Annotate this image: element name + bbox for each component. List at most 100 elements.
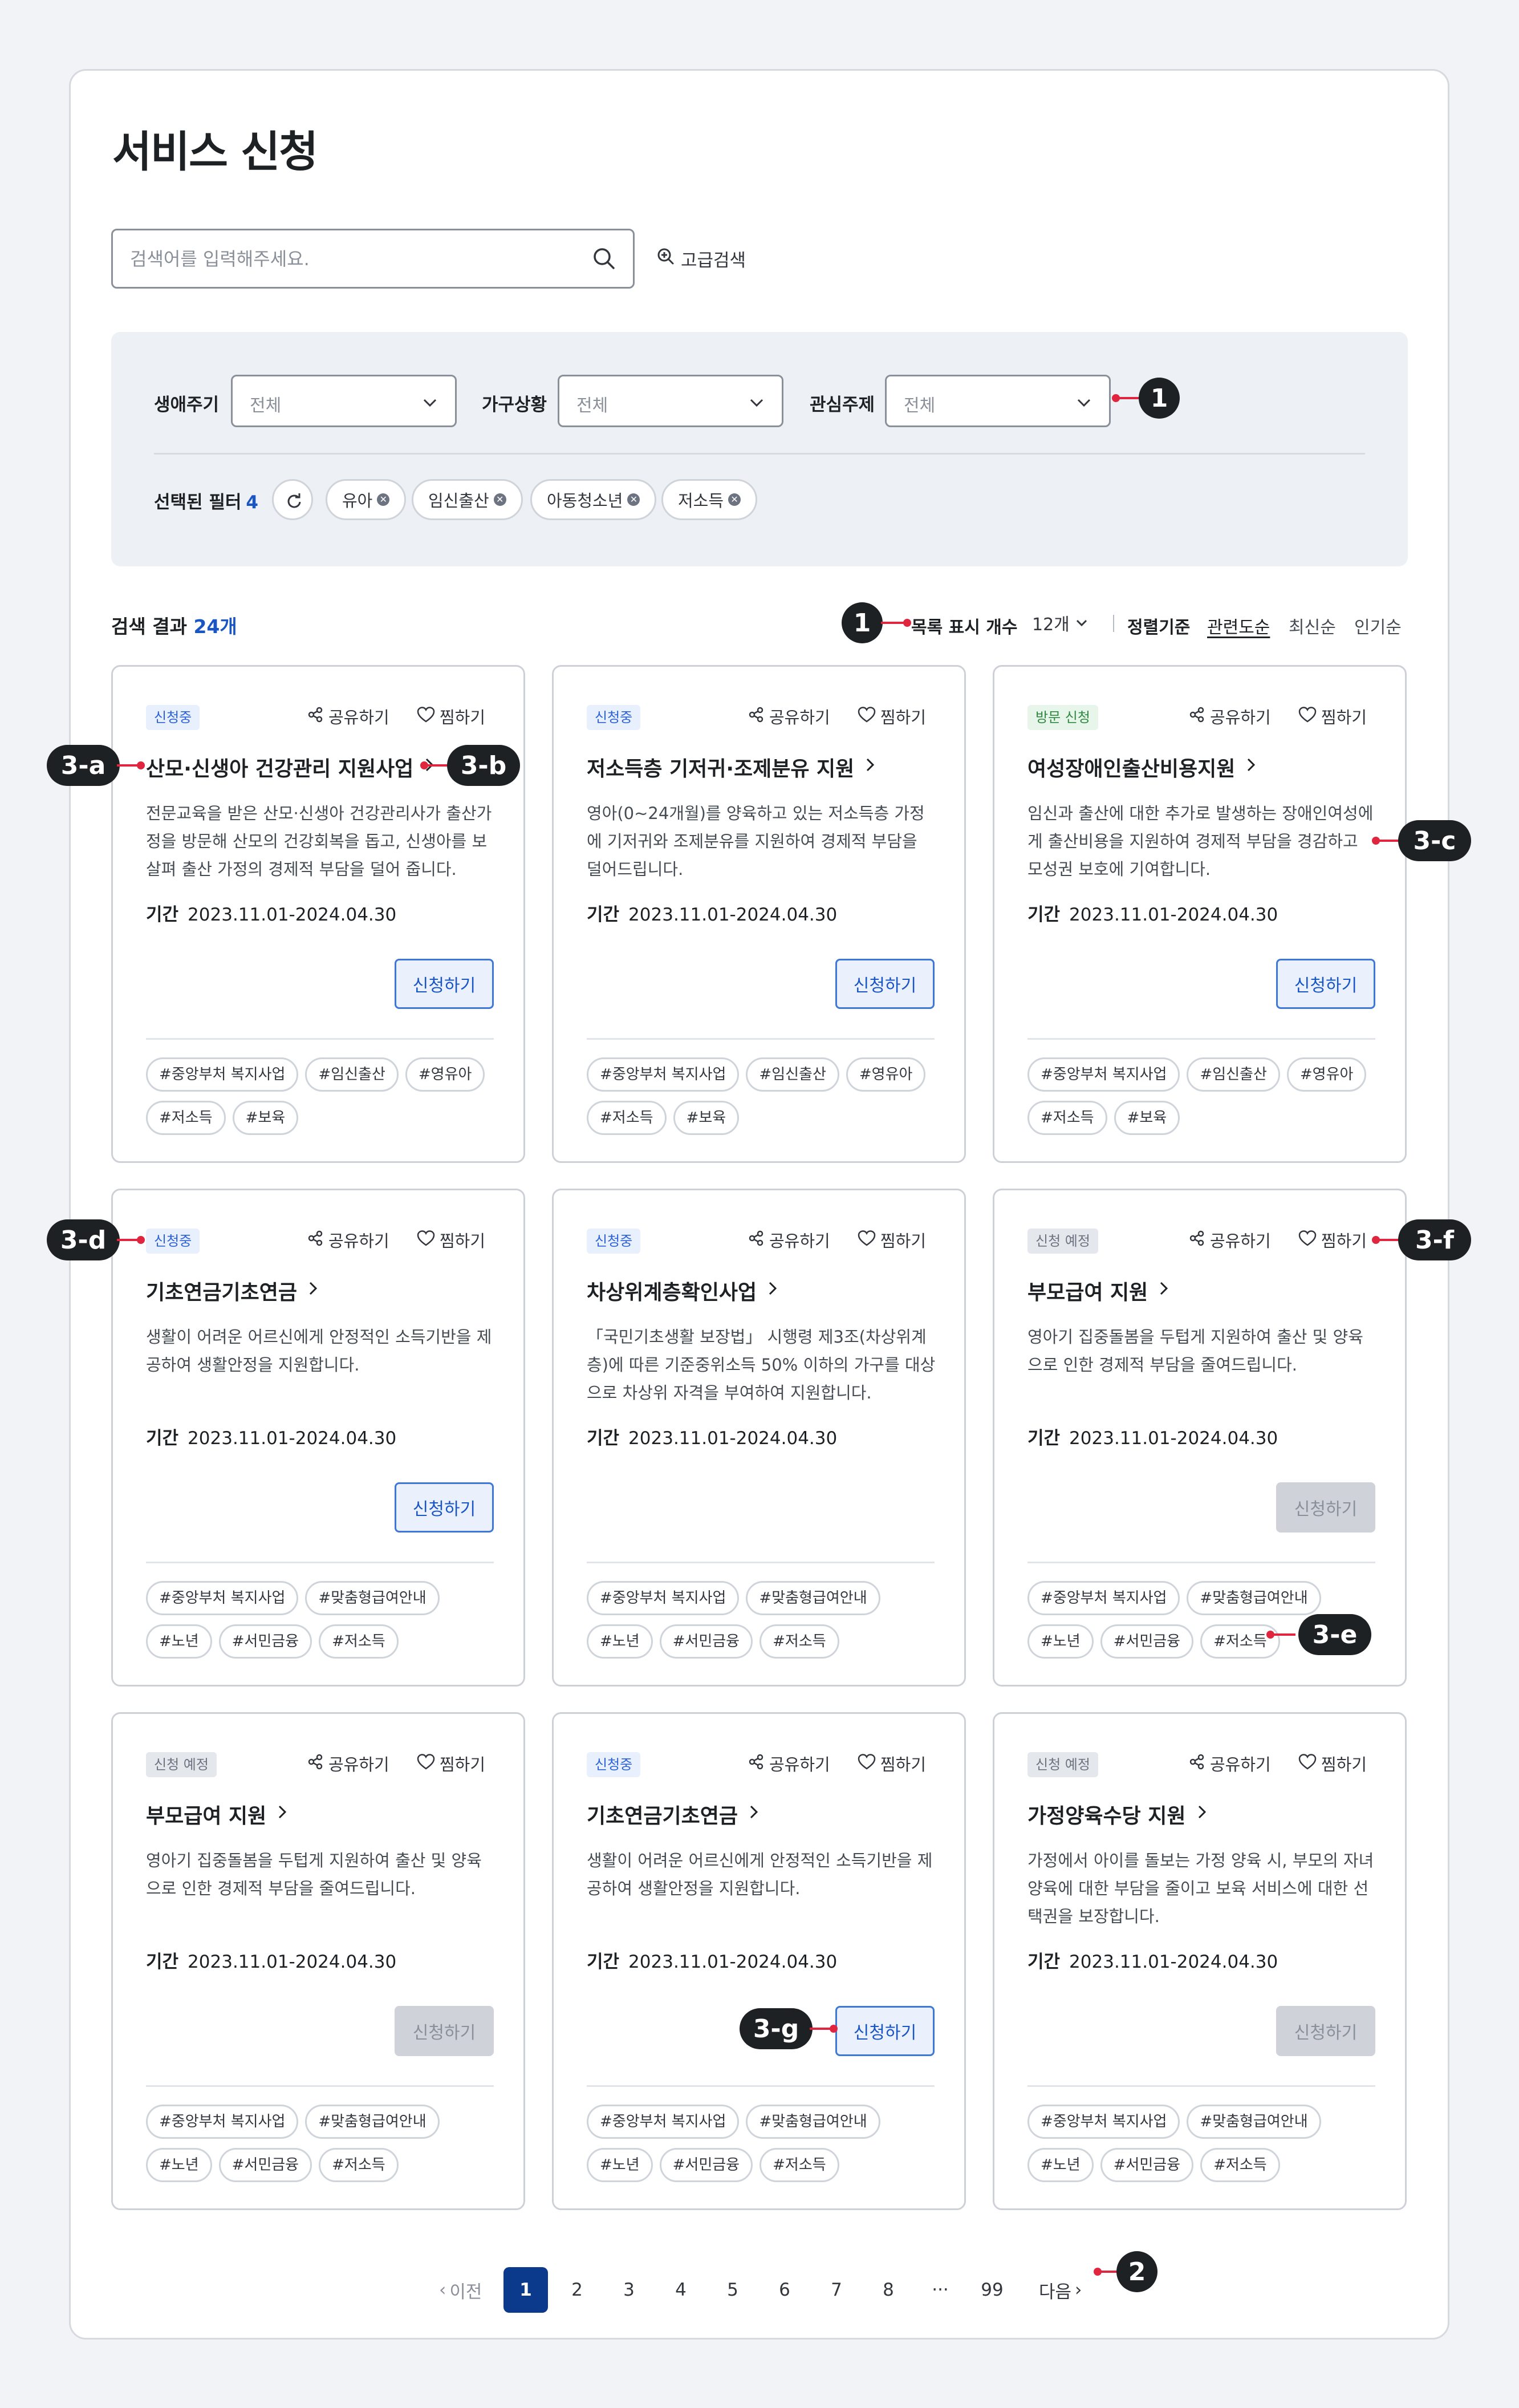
share-button[interactable]: 공유하기 xyxy=(748,1752,830,1775)
like-button[interactable]: 찜하기 xyxy=(1298,1228,1367,1252)
tag-chip[interactable]: #중앙부처 복지사업 xyxy=(146,1581,299,1615)
tag-chip[interactable]: #맞춤형급여안내 xyxy=(1187,2105,1321,2139)
page-button[interactable]: 6 xyxy=(762,2267,807,2313)
like-button[interactable]: 찜하기 xyxy=(417,704,485,728)
card-title-link[interactable]: 기초연금기초연금 xyxy=(587,1799,761,1829)
tag-chip[interactable]: #노년 xyxy=(146,1624,212,1659)
tag-chip[interactable]: #중앙부처 복지사업 xyxy=(587,2105,740,2139)
household-select[interactable]: 전체 xyxy=(558,375,783,427)
prev-page-button[interactable]: ‹ 이전 xyxy=(439,2267,482,2313)
card-title-link[interactable]: 여성장애인출산비용지원 xyxy=(1027,752,1258,782)
apply-button[interactable]: 신청하기 xyxy=(1276,2006,1375,2056)
tag-chip[interactable]: #서민금융 xyxy=(218,1624,312,1659)
tag-chip[interactable]: #보육 xyxy=(232,1101,299,1135)
tag-chip[interactable]: #서민금융 xyxy=(1100,1624,1194,1659)
tag-chip[interactable]: #저소득 xyxy=(1200,1624,1280,1659)
tag-chip[interactable]: #보육 xyxy=(1114,1101,1180,1135)
filter-chip[interactable]: 임신출산 ✕ xyxy=(412,479,523,520)
tag-chip[interactable]: #중앙부처 복지사업 xyxy=(1027,2105,1180,2139)
page-button[interactable]: 3 xyxy=(607,2267,651,2313)
tag-chip[interactable]: #임신출산 xyxy=(746,1057,839,1092)
interest-select[interactable]: 전체 xyxy=(885,375,1111,427)
card-title-link[interactable]: 기초연금기초연금 xyxy=(146,1276,320,1306)
apply-button[interactable]: 신청하기 xyxy=(835,2006,935,2056)
tag-chip[interactable]: #노년 xyxy=(587,1624,653,1659)
page-button[interactable]: 5 xyxy=(710,2267,755,2313)
share-button[interactable]: 공유하기 xyxy=(1188,704,1271,728)
apply-button[interactable]: 신청하기 xyxy=(395,2006,494,2056)
like-button[interactable]: 찜하기 xyxy=(858,704,926,728)
tag-chip[interactable]: #노년 xyxy=(1027,1624,1094,1659)
remove-chip-icon[interactable]: ✕ xyxy=(728,493,741,506)
tag-chip[interactable]: #저소득 xyxy=(760,2148,839,2182)
tag-chip[interactable]: #저소득 xyxy=(319,2148,399,2182)
tag-chip[interactable]: #서민금융 xyxy=(218,2148,312,2182)
card-title-link[interactable]: 차상위계층확인사업 xyxy=(587,1276,779,1306)
tag-chip[interactable]: #영유아 xyxy=(846,1057,926,1092)
search-input[interactable] xyxy=(130,230,575,287)
page-button[interactable]: 4 xyxy=(659,2267,703,2313)
tag-chip[interactable]: #임신출산 xyxy=(1187,1057,1280,1092)
page-button-current[interactable]: 1 xyxy=(503,2267,548,2313)
tag-chip[interactable]: #중앙부처 복지사업 xyxy=(146,2105,299,2139)
tag-chip[interactable]: #임신출산 xyxy=(305,1057,399,1092)
tag-chip[interactable]: #서민금융 xyxy=(659,1624,753,1659)
tag-chip[interactable]: #저소득 xyxy=(760,1624,839,1659)
tag-chip[interactable]: #저소득 xyxy=(1027,1101,1107,1135)
like-button[interactable]: 찜하기 xyxy=(858,1752,926,1775)
card-title-link[interactable]: 부모급여 지원 xyxy=(1027,1276,1171,1306)
tag-chip[interactable]: #맞춤형급여안내 xyxy=(305,2105,440,2139)
share-button[interactable]: 공유하기 xyxy=(1188,1752,1271,1775)
tag-chip[interactable]: #중앙부처 복지사업 xyxy=(587,1057,740,1092)
apply-button[interactable]: 신청하기 xyxy=(395,1482,494,1533)
like-button[interactable]: 찜하기 xyxy=(417,1228,485,1252)
page-button-last[interactable]: 99 xyxy=(970,2267,1014,2313)
page-button[interactable]: 7 xyxy=(814,2267,859,2313)
tag-chip[interactable]: #맞춤형급여안내 xyxy=(746,1581,880,1615)
tag-chip[interactable]: #중앙부처 복지사업 xyxy=(1027,1057,1180,1092)
tag-chip[interactable]: #중앙부처 복지사업 xyxy=(146,1057,299,1092)
card-title-link[interactable]: 산모·신생아 건강관리 지원사업 xyxy=(146,752,436,782)
next-page-button[interactable]: 다음 › xyxy=(1039,2267,1082,2313)
apply-button[interactable]: 신청하기 xyxy=(1276,959,1375,1009)
advanced-search-link[interactable]: 고급검색 xyxy=(656,244,746,273)
share-button[interactable]: 공유하기 xyxy=(307,1228,389,1252)
tag-chip[interactable]: #저소득 xyxy=(146,1101,226,1135)
tag-chip[interactable]: #저소득 xyxy=(587,1101,667,1135)
tag-chip[interactable]: #노년 xyxy=(146,2148,212,2182)
tag-chip[interactable]: #맞춤형급여안내 xyxy=(746,2105,880,2139)
share-button[interactable]: 공유하기 xyxy=(748,1228,830,1252)
tag-chip[interactable]: #영유아 xyxy=(405,1057,485,1092)
like-button[interactable]: 찜하기 xyxy=(1298,704,1367,728)
remove-chip-icon[interactable]: ✕ xyxy=(627,493,640,506)
like-button[interactable]: 찜하기 xyxy=(417,1752,485,1775)
tag-chip[interactable]: #노년 xyxy=(587,2148,653,2182)
life-cycle-select[interactable]: 전체 xyxy=(231,375,457,427)
filter-chip[interactable]: 아동청소년 ✕ xyxy=(530,479,657,520)
filter-chip[interactable]: 저소득 ✕ xyxy=(661,479,758,520)
page-button[interactable]: 2 xyxy=(555,2267,599,2313)
remove-chip-icon[interactable]: ✕ xyxy=(493,493,506,506)
share-button[interactable]: 공유하기 xyxy=(307,704,389,728)
tag-chip[interactable]: #영유아 xyxy=(1286,1057,1367,1092)
filter-chip[interactable]: 유아 ✕ xyxy=(326,479,407,520)
tag-chip[interactable]: #맞춤형급여안내 xyxy=(1187,1581,1321,1615)
card-title-link[interactable]: 부모급여 지원 xyxy=(146,1799,289,1829)
share-button[interactable]: 공유하기 xyxy=(748,704,830,728)
like-button[interactable]: 찜하기 xyxy=(858,1228,926,1252)
share-button[interactable]: 공유하기 xyxy=(1188,1228,1271,1252)
tag-chip[interactable]: #맞춤형급여안내 xyxy=(305,1581,440,1615)
reset-filter-button[interactable] xyxy=(272,479,313,520)
sort-option-popular[interactable]: 인기순 xyxy=(1354,613,1402,638)
like-button[interactable]: 찜하기 xyxy=(1298,1752,1367,1775)
tag-chip[interactable]: #보육 xyxy=(673,1101,740,1135)
tag-chip[interactable]: #중앙부처 복지사업 xyxy=(1027,1581,1180,1615)
card-title-link[interactable]: 가정양육수당 지원 xyxy=(1027,1799,1209,1829)
apply-button[interactable]: 신청하기 xyxy=(835,959,935,1009)
tag-chip[interactable]: #저소득 xyxy=(1200,2148,1280,2182)
tag-chip[interactable]: #저소득 xyxy=(319,1624,399,1659)
sort-option-relevance[interactable]: 관련도순 xyxy=(1207,613,1270,638)
list-size-select[interactable]: 12개 xyxy=(1032,610,1089,635)
apply-button[interactable]: 신청하기 xyxy=(1276,1482,1375,1533)
share-button[interactable]: 공유하기 xyxy=(307,1752,389,1775)
